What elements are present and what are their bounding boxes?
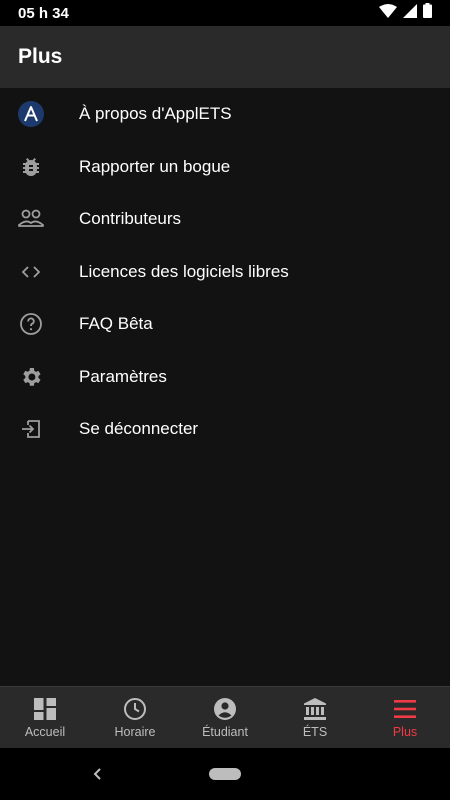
- bottom-navigation: Accueil Horaire Étudiant ÉTS Plus: [0, 686, 450, 748]
- code-icon: [18, 259, 44, 285]
- menu-item-faq[interactable]: FAQ Bêta: [0, 298, 450, 351]
- menu-label: Contributeurs: [79, 209, 182, 229]
- back-icon[interactable]: [88, 764, 108, 784]
- account-icon: [212, 696, 238, 722]
- menu-label: Rapporter un bogue: [79, 156, 231, 176]
- applets-logo-icon: [18, 101, 44, 128]
- menu-item-logout[interactable]: Se déconnecter: [0, 403, 450, 456]
- nav-item-horaire[interactable]: Horaire: [90, 687, 180, 748]
- menu-label: Se déconnecter: [79, 419, 199, 439]
- menu-item-contributors[interactable]: Contributeurs: [0, 193, 450, 246]
- status-time: 05 h 34: [18, 4, 69, 22]
- nav-item-plus[interactable]: Plus: [360, 687, 450, 748]
- bug-icon: [18, 154, 44, 180]
- menu-label: FAQ Bêta: [79, 314, 153, 334]
- menu-label: Licences des logiciels libres: [79, 261, 289, 281]
- signal-icon: [403, 3, 417, 23]
- nav-label: Plus: [392, 725, 418, 739]
- nav-label: ÉTS: [302, 725, 328, 739]
- nav-label: Accueil: [24, 725, 66, 739]
- logout-icon: [18, 416, 44, 442]
- bank-icon: [302, 696, 328, 722]
- dashboard-icon: [32, 696, 58, 722]
- more-menu: À propos d'ApplETS Rapporter un bogue Co…: [0, 88, 450, 456]
- help-icon: [18, 311, 44, 337]
- menu-label: Paramètres: [79, 366, 167, 386]
- battery-icon: [423, 3, 432, 23]
- menu-label: À propos d'ApplETS: [79, 104, 232, 124]
- home-button[interactable]: [209, 768, 241, 780]
- nav-item-etudiant[interactable]: Étudiant: [180, 687, 270, 748]
- gear-icon: [18, 364, 44, 390]
- menu-item-about[interactable]: À propos d'ApplETS: [0, 88, 450, 141]
- menu-icon: [392, 696, 418, 722]
- menu-item-licenses[interactable]: Licences des logiciels libres: [0, 246, 450, 299]
- app-bar: Plus: [0, 26, 450, 88]
- page-title: Plus: [18, 45, 63, 68]
- nav-item-ets[interactable]: ÉTS: [270, 687, 360, 748]
- people-icon: [18, 206, 44, 232]
- clock-icon: [122, 696, 148, 722]
- status-icons: [379, 3, 432, 23]
- nav-label: Étudiant: [202, 725, 248, 739]
- status-bar: 05 h 34: [0, 0, 450, 26]
- nav-label: Horaire: [114, 725, 156, 739]
- nav-item-accueil[interactable]: Accueil: [0, 687, 90, 748]
- menu-item-report-bug[interactable]: Rapporter un bogue: [0, 141, 450, 194]
- system-navigation-bar: [0, 748, 450, 800]
- menu-item-settings[interactable]: Paramètres: [0, 351, 450, 404]
- wifi-icon: [379, 3, 397, 23]
